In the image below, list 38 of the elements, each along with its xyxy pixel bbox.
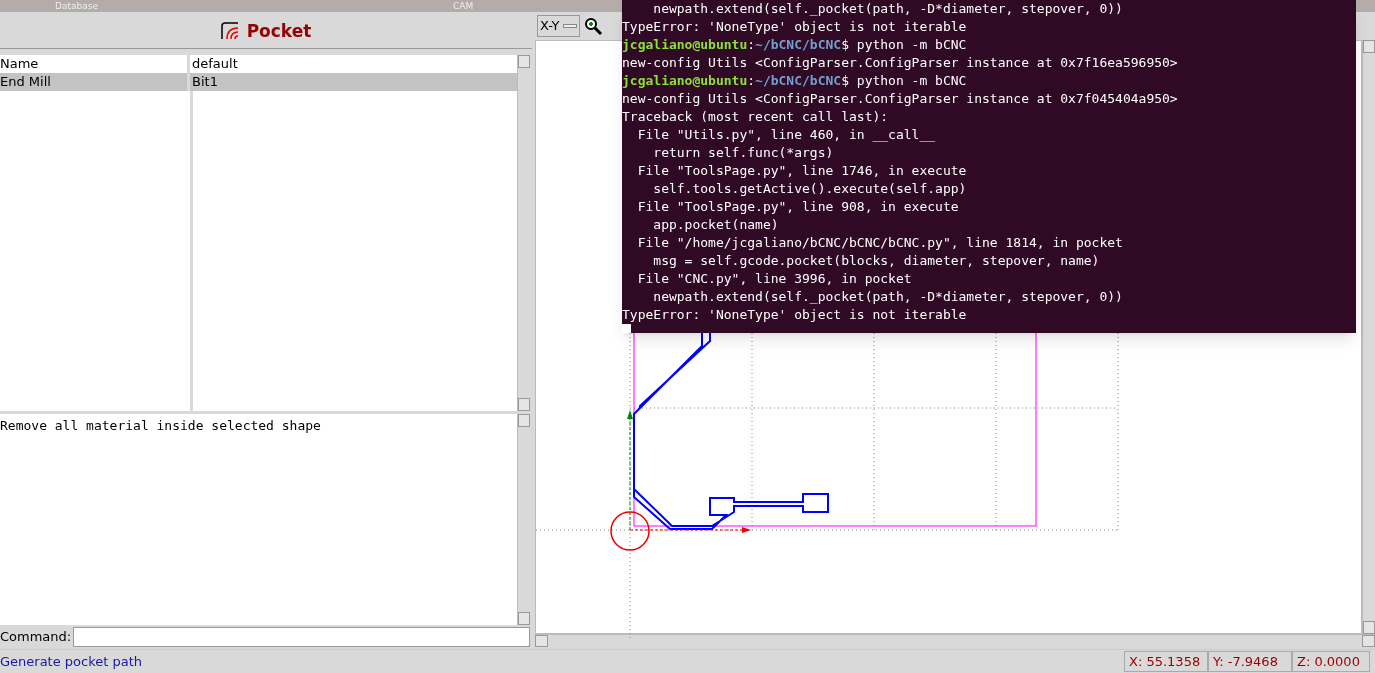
terminal-line: File "CNC.py", line 3996, in pocket xyxy=(636,270,913,288)
terminal-line: TypeError: 'NoneType' object is not iterable xyxy=(622,306,968,324)
property-value[interactable]: Bit1 xyxy=(190,72,517,91)
terminal-line: newpath.extend(self._pocket(path, -D*diameter, stepover, 0)) xyxy=(652,0,1124,18)
terminal-line: jcgaliano@ubuntu:~/bCNC/bCNC$ python -m bCNC xyxy=(622,36,968,54)
terminal-line: newpath.extend(self._pocket(path, -D*diameter, stepover, 0)) xyxy=(652,288,1124,306)
terminal-line: return self.func(*args) xyxy=(652,144,835,162)
property-name[interactable]: End Mill xyxy=(0,72,190,91)
terminal-cursor xyxy=(622,324,631,333)
terminal-line: File "/home/jcgaliano/bCNC/bCNC/bCNC.py", line 1814, in pocket xyxy=(636,234,1124,252)
vertical-scrollbar[interactable] xyxy=(1362,40,1375,634)
vertical-scrollbar[interactable] xyxy=(517,413,530,626)
terminal-line: app.pocket(name) xyxy=(652,216,780,234)
z-coordinate: Z: 0.0000 xyxy=(1292,650,1370,673)
terminal-line: Traceback (most recent call last): xyxy=(622,108,890,126)
terminal-line: new-config Utils <ConfigParser.ConfigParser instance at 0x7f045404a950> xyxy=(622,90,1179,108)
terminal-line: new-config Utils <ConfigParser.ConfigParser instance at 0x7f16ea596950> xyxy=(622,54,1179,72)
vertical-scrollbar[interactable] xyxy=(517,54,530,411)
terminal-line: File "ToolsPage.py", line 1746, in execute xyxy=(636,162,968,180)
pocket-icon xyxy=(220,22,239,41)
terminal-line: File "Utils.py", line 460, in __call__ xyxy=(636,126,937,144)
terminal-line: self.tools.getActive().execute(self.app) xyxy=(652,180,968,198)
horizontal-scrollbar[interactable] xyxy=(535,634,1375,647)
property-value[interactable]: default xyxy=(190,54,517,73)
zoom-in-icon[interactable] xyxy=(583,16,604,36)
terminal-line: TypeError: 'NoneType' object is not iterable xyxy=(622,18,968,36)
status-message: Generate pocket path xyxy=(0,652,144,671)
panel-title: Pocket xyxy=(246,19,312,43)
command-label: Command: xyxy=(0,628,72,647)
description-text: Remove all material inside selected shape xyxy=(0,413,517,626)
y-coordinate: Y: -7.9468 xyxy=(1208,650,1292,673)
terminal-line: File "ToolsPage.py", line 908, in execute xyxy=(636,198,960,216)
tool-position-marker xyxy=(610,511,650,551)
x-coordinate: X: 55.1358 xyxy=(1124,650,1208,673)
view-dropdown[interactable]: X-Y xyxy=(537,15,581,37)
terminal-line: msg = self.gcode.pocket(blocks, diameter, stepover, name) xyxy=(652,252,1101,270)
terminal-line: jcgaliano@ubuntu:~/bCNC/bCNC$ python -m bCNC xyxy=(622,72,968,90)
command-input[interactable] xyxy=(73,627,530,648)
